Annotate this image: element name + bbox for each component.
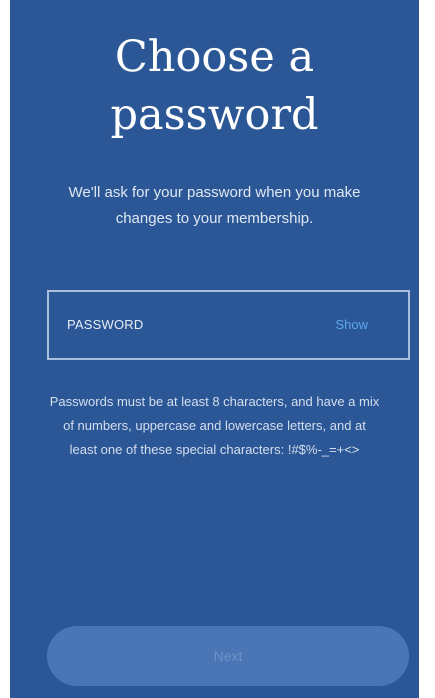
show-password-toggle[interactable]: Show bbox=[335, 317, 368, 332]
password-requirements-hint: Passwords must be at least 8 characters,… bbox=[49, 394, 380, 457]
password-field-label: PASSWORD bbox=[67, 317, 144, 332]
page-title: Choose a password bbox=[110, 32, 319, 140]
password-screen: Choose a password We'll ask for your pas… bbox=[10, 0, 419, 698]
page-subtitle: We'll ask for your password when you mak… bbox=[68, 184, 361, 227]
password-input[interactable]: PASSWORD Show bbox=[47, 290, 410, 360]
next-button[interactable]: Next bbox=[47, 626, 409, 686]
